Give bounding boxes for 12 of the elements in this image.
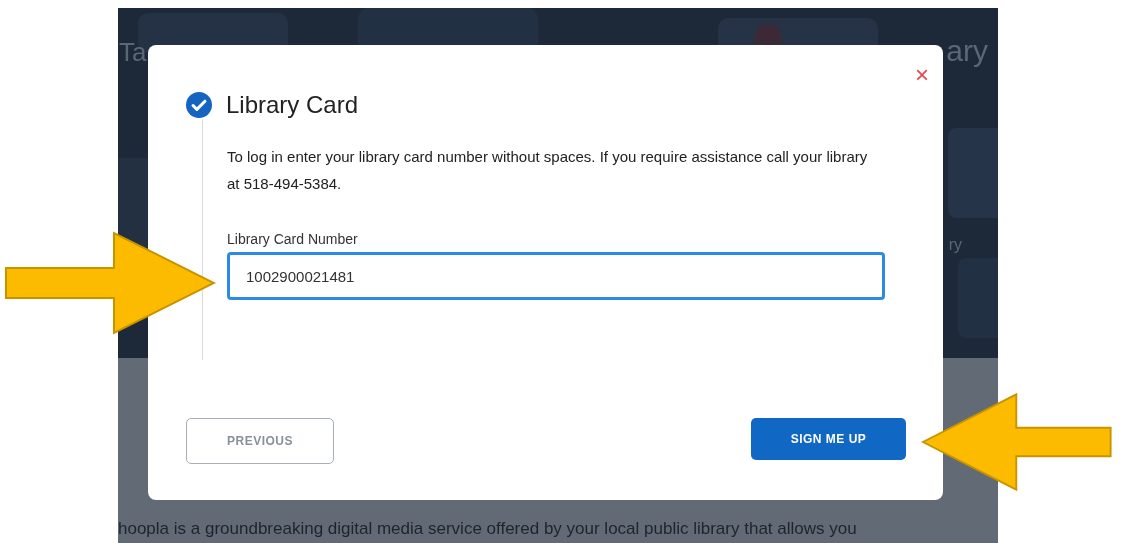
close-button[interactable]: × <box>913 63 931 87</box>
instructions-text: To log in enter your library card number without spaces. If you require assistance call your library at 518-494-5384. <box>227 147 869 194</box>
previous-button[interactable]: PREVIOUS <box>186 418 334 464</box>
arrow-icon <box>4 231 216 335</box>
page-heading: Ta <box>119 37 147 68</box>
page-heading: ary <box>946 34 988 68</box>
intro-text: hoopla is a groundbreaking digital media service offered by your local public library that allows you <box>118 519 857 539</box>
hero-text: ry <box>948 236 962 254</box>
card-number-field[interactable]: 1002900021481 <box>227 252 885 300</box>
dialog-title: Library Card <box>226 91 359 119</box>
field-label: Library Card Number <box>227 231 358 247</box>
sign-up-button[interactable]: SIGN ME UP <box>751 418 906 460</box>
